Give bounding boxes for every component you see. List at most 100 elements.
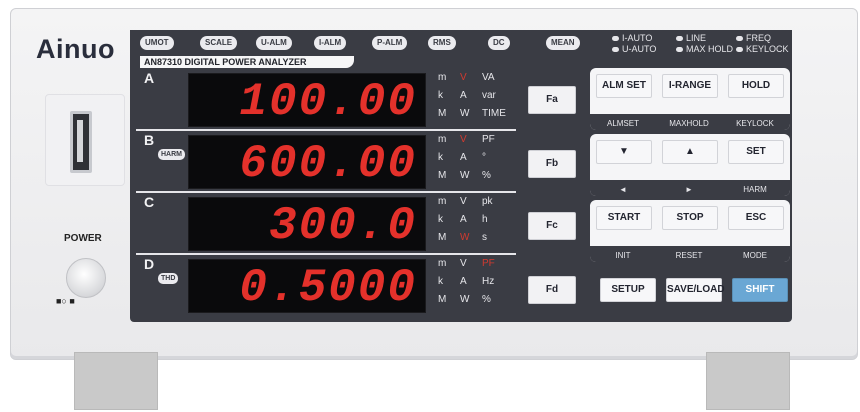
unit-label: V	[460, 72, 467, 83]
unit-prefix: m	[438, 72, 447, 83]
navigation-panel: ▼ ▲ SET ◄ ► HARM	[588, 132, 792, 198]
start-button[interactable]: START	[596, 206, 652, 230]
unit-prefix: M	[438, 294, 447, 305]
shift-button[interactable]: SHIFT	[732, 278, 788, 302]
stop-button[interactable]: STOP	[662, 206, 718, 230]
keylock-shift-label: KEYLOCK	[736, 119, 774, 128]
units-a: m V VA k A var M W TIME	[434, 70, 518, 128]
usb-port[interactable]	[70, 111, 92, 173]
led-icon	[612, 36, 619, 42]
unit-prefix: m	[438, 196, 447, 207]
indicator-rms: RMS	[428, 36, 456, 50]
reset-shift-label: RESET	[675, 251, 703, 260]
unit-label: h	[482, 214, 488, 225]
fa-button[interactable]: Fa	[528, 86, 576, 114]
unit-label: Hz	[482, 276, 495, 287]
unit-label: A	[460, 90, 467, 101]
save-load-button[interactable]: SAVE/LOAD	[666, 278, 725, 302]
indicator-u-alm: U-ALM	[256, 36, 292, 50]
status-max-hold: MAX HOLD	[676, 44, 733, 54]
down-button[interactable]: ▼	[596, 140, 652, 164]
setup-button[interactable]: SETUP	[600, 278, 656, 302]
unit-label: V	[460, 196, 467, 207]
unit-label: var	[482, 90, 496, 101]
unit-label: %	[482, 294, 491, 305]
unit-label: A	[460, 152, 467, 163]
power-label: POWER	[64, 233, 102, 244]
row-letter: A	[144, 70, 155, 86]
unit-prefix: k	[438, 90, 443, 101]
led-icon	[612, 47, 619, 53]
indicator-i-alm: I-ALM	[314, 36, 347, 50]
thd-badge: THD	[158, 273, 179, 284]
unit-label: PF	[482, 134, 495, 145]
row-letter: D	[144, 256, 155, 272]
brand-logo: Ainuo	[36, 34, 115, 64]
unit-label: V	[460, 258, 467, 269]
display-row-c: C 300.0 m V pk k A h M W s	[136, 194, 516, 254]
model-label: AN87310 DIGITAL POWER ANALYZER	[140, 56, 354, 68]
lcd-display-b: 600.00	[188, 135, 426, 190]
lcd-value-b: 600.00	[239, 138, 417, 190]
left-arrow-icon: ◄	[619, 185, 627, 194]
status-u-auto: U-AUTO	[612, 44, 656, 54]
unit-label: TIME	[482, 108, 506, 119]
unit-prefix: k	[438, 276, 443, 287]
unit-prefix: M	[438, 232, 447, 243]
i-range-button[interactable]: I-RANGE	[662, 74, 718, 98]
indicator-p-alm: P-ALM	[372, 36, 408, 50]
fc-button[interactable]: Fc	[528, 212, 576, 240]
esc-button[interactable]: ESC	[728, 206, 784, 230]
led-icon	[676, 47, 683, 53]
control-panel: START STOP ESC INIT RESET MODE	[588, 198, 792, 264]
lcd-value-c: 300.0	[268, 200, 417, 252]
hold-button[interactable]: HOLD	[728, 74, 784, 98]
unit-label: W	[460, 170, 470, 181]
unit-label: A	[460, 276, 467, 287]
unit-prefix: m	[438, 258, 447, 269]
display-row-b: B HARM 600.00 m V PF k A ° M W %	[136, 132, 516, 192]
fb-button[interactable]: Fb	[528, 150, 576, 178]
right-foot	[706, 352, 790, 410]
display-row-a: A 100.00 m V VA k A var M W TIME	[136, 70, 516, 130]
units-d: m V PF k A Hz M W %	[434, 256, 518, 314]
indicator-dc: DC	[488, 36, 510, 50]
row-divider	[136, 253, 516, 255]
indicator-umot: UMOT	[140, 36, 174, 50]
harm-badge: HARM	[158, 149, 185, 160]
fd-button[interactable]: Fd	[528, 276, 576, 304]
power-button[interactable]	[66, 258, 106, 298]
mode-shift-label: MODE	[743, 251, 767, 260]
display-row-d: D THD 0.5000 m V PF k A Hz M W %	[136, 256, 516, 316]
unit-label: °	[482, 152, 486, 163]
row-divider	[136, 191, 516, 193]
row-letter: C	[144, 194, 155, 210]
unit-label: V	[460, 134, 467, 145]
indicator-strip: UMOT SCALE U-ALM I-ALM P-ALM RMS DC MEAN…	[130, 30, 792, 56]
left-foot	[74, 352, 158, 410]
set-button[interactable]: SET	[728, 140, 784, 164]
unit-label: pk	[482, 196, 493, 207]
indicator-scale: SCALE	[200, 36, 238, 50]
power-symbol: ■○ ■	[56, 296, 75, 306]
alm-set-shift-label: ALMSET	[606, 119, 639, 128]
units-c: m V pk k A h M W s	[434, 194, 518, 252]
unit-label: %	[482, 170, 491, 181]
alarm-range-hold-panel: ALM SET I-RANGE HOLD ALMSET MAXHOLD KEYL…	[588, 66, 792, 132]
row-letter: B	[144, 132, 155, 148]
lcd-display-d: 0.5000	[188, 259, 426, 314]
alm-set-button[interactable]: ALM SET	[596, 74, 652, 98]
init-shift-label: INIT	[615, 251, 631, 260]
usb-panel	[45, 94, 125, 186]
status-line: LINE	[676, 33, 706, 43]
unit-label: A	[460, 214, 467, 225]
up-button[interactable]: ▲	[662, 140, 718, 164]
front-panel: UMOT SCALE U-ALM I-ALM P-ALM RMS DC MEAN…	[130, 30, 792, 322]
row-divider	[136, 129, 516, 131]
unit-label: W	[460, 108, 470, 119]
lcd-display-a: 100.00	[188, 73, 426, 128]
unit-prefix: k	[438, 152, 443, 163]
harm-shift-label: HARM	[743, 185, 767, 194]
status-keylock: KEYLOCK	[736, 44, 789, 54]
status-freq: FREQ	[736, 33, 771, 43]
